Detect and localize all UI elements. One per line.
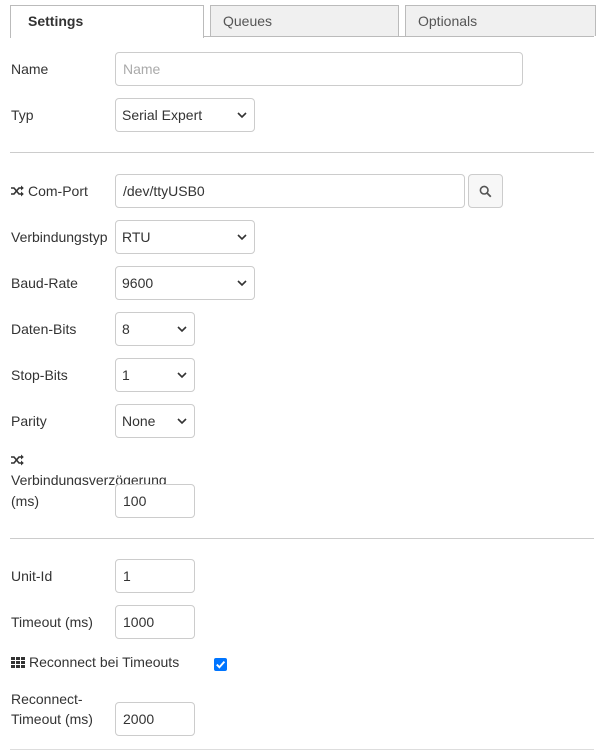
reconnect-label-text: Reconnect bei Timeouts [29,654,180,670]
verbindungstyp-select[interactable]: RTU [115,220,255,254]
stop-bits-select[interactable]: 1 [115,358,195,392]
checkmark-icon [216,660,226,669]
tab-queues[interactable]: Queues [210,5,399,36]
chevron-down-icon [177,418,187,425]
verzoegerung-icon-wrap [11,452,24,470]
tab-settings[interactable]: Settings [10,5,204,38]
parity-select[interactable]: None [115,404,195,438]
tab-optionals[interactable]: Optionals [405,5,596,36]
com-port-input[interactable] [115,174,465,208]
com-port-label: Com-Port [11,182,88,200]
daten-bits-select[interactable]: 8 [115,312,195,346]
chevron-down-icon [237,280,247,287]
stop-bits-select-value: 1 [122,367,130,383]
section-divider [10,538,594,539]
chevron-down-icon [177,372,187,379]
verbindungstyp-select-value: RTU [122,229,151,245]
daten-bits-select-value: 8 [122,321,130,337]
section-divider [10,152,594,153]
verzoegerung-label-line2: (ms) [11,493,39,509]
tab-bar: Settings Queues Optionals [10,5,596,38]
com-port-label-text: Com-Port [28,183,88,199]
typ-label: Typ [11,107,34,123]
grid-icon [11,657,25,668]
reconnect-timeout-label-line2: Timeout (ms) [11,711,93,727]
reconnect-label: Reconnect bei Timeouts [11,653,179,671]
chevron-down-icon [177,326,187,333]
chevron-down-icon [237,234,247,241]
search-icon [479,185,492,197]
verzoegerung-input[interactable] [115,484,195,518]
parity-select-value: None [122,413,156,429]
daten-bits-label: Daten-Bits [11,321,77,337]
verzoegerung-label-line1: Verbindungsverzögerung [11,472,167,485]
name-input[interactable] [115,52,523,86]
baud-rate-label: Baud-Rate [11,275,78,291]
reconnect-timeout-label-line1: Reconnect- [11,691,83,707]
bottom-divider [10,749,594,750]
typ-select-value: Serial Expert [122,107,203,123]
reconnect-timeout-input[interactable] [115,702,195,736]
baud-rate-select-value: 9600 [122,275,154,291]
name-label: Name [11,61,49,77]
typ-select[interactable]: Serial Expert [115,98,255,132]
verbindungstyp-label: Verbindungstyp [11,229,108,245]
shuffle-icon [11,185,24,197]
baud-rate-select[interactable]: 9600 [115,266,255,300]
timeout-input[interactable] [115,605,195,639]
unit-id-label: Unit-Id [11,568,53,584]
reconnect-checkbox[interactable] [214,658,227,671]
com-port-search-button[interactable] [468,174,503,208]
chevron-down-icon [237,112,247,119]
stop-bits-label: Stop-Bits [11,367,68,383]
parity-label: Parity [11,413,47,429]
unit-id-input[interactable] [115,559,195,593]
shuffle-icon [11,454,24,466]
timeout-label: Timeout (ms) [11,614,93,630]
